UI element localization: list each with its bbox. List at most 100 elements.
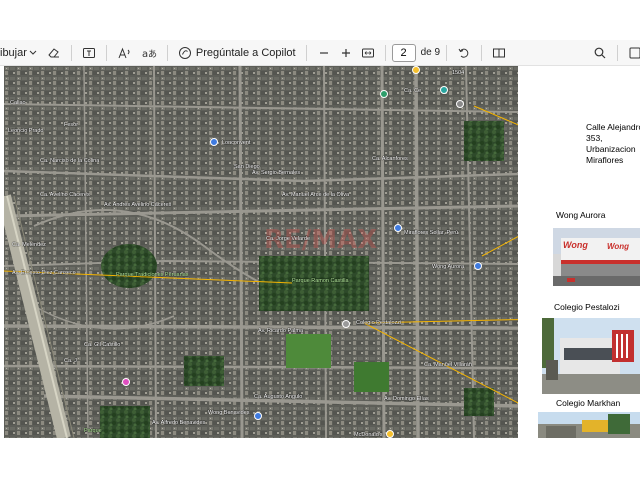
eraser-button[interactable] [43, 42, 65, 64]
map-label: Callao [10, 100, 26, 106]
annotation-line: Miraflores [586, 155, 624, 165]
photo-wong-aurora: Wong Wong [553, 228, 640, 286]
map-label: Av. Sergio Bernales [252, 170, 301, 176]
satellite-map-graphic: RE/MAX [4, 66, 518, 438]
map-pin-teal[interactable] [440, 86, 448, 94]
toolbar-divider [446, 44, 448, 61]
map-label: Av. Ricardo Palma [258, 328, 304, 334]
zoom-in-button[interactable] [335, 42, 357, 64]
map-label: Ca. Meléndez [12, 242, 46, 248]
map-label: Wong Aurora [432, 264, 465, 270]
map-label: Fesor [64, 122, 79, 128]
text-box-button[interactable] [78, 42, 100, 64]
map-label: San Diego [234, 164, 260, 170]
copilot-icon [178, 46, 191, 59]
map-pin-blue[interactable] [210, 138, 218, 146]
toolbar-divider [70, 44, 72, 61]
wong-sign-small: Wong [607, 242, 630, 251]
pdf-toolbar: ibujar aあ Pregúntale a Copilot de 9 [0, 40, 640, 66]
map-pin-blue[interactable] [394, 224, 402, 232]
viewer-bottom-area [0, 438, 640, 480]
map-label: Ca. Alcanfores [372, 156, 408, 162]
wong-sign: Wong [563, 240, 588, 250]
translate-button[interactable]: aあ [137, 42, 161, 64]
window-top-area [0, 0, 640, 40]
map-label: Av. Manuel Arce de la Oliva [282, 192, 350, 198]
read-aloud-button[interactable] [113, 42, 137, 64]
map-label: Parque Ramon Castilla [292, 278, 349, 284]
wong-store-photo [553, 228, 640, 286]
annotation-wong-aurora: Wong Aurora [556, 210, 606, 220]
markhan-photo [538, 412, 640, 438]
map-pin-yellow[interactable] [386, 430, 394, 438]
page-total-label: de 9 [420, 47, 441, 58]
photo-colegio-pestalozzi [542, 318, 640, 394]
fit-page-button[interactable] [357, 42, 379, 64]
annotation-colegio-pestalozzi: Colegio Pestalozi [554, 302, 620, 312]
text-box-icon [82, 47, 95, 58]
translate-icon: aあ [142, 49, 157, 60]
page-number-input[interactable] [391, 43, 416, 62]
annotation-colegio-markhan: Colegio Markhan [556, 398, 621, 408]
fit-page-icon [361, 48, 374, 57]
map-label: Av. Alfredo Benavides [152, 420, 206, 426]
search-icon [594, 47, 606, 58]
map-pin-pink[interactable] [122, 378, 130, 386]
minus-icon [319, 51, 328, 54]
copilot-button[interactable]: Pregúntale a Copilot [174, 42, 300, 64]
plus-icon [341, 48, 350, 57]
document-canvas: RE/MAX Leoncio Prado Ca. Narciso de la C… [0, 66, 640, 438]
rotate-button[interactable] [453, 42, 475, 64]
map-pin-green[interactable] [380, 90, 388, 98]
draw-label: ibujar [0, 46, 27, 59]
toolbar-divider [384, 44, 386, 61]
chevron-down-icon [29, 50, 37, 55]
toolbar-divider [305, 44, 307, 61]
map-label: Ca. Gil Castillo [84, 342, 121, 348]
toolbar-divider [617, 44, 618, 61]
rotate-icon [458, 48, 469, 58]
school-photo [542, 318, 640, 394]
photo-colegio-markhan [538, 412, 640, 438]
eraser-icon [48, 47, 59, 57]
annotation-line: 353, [586, 133, 603, 143]
map-pin-grey[interactable] [342, 320, 350, 328]
page-view-button[interactable] [488, 42, 510, 64]
satellite-map: RE/MAX Leoncio Prado Ca. Narciso de la C… [4, 66, 518, 438]
copilot-label: Pregúntale a Copilot [195, 46, 296, 59]
map-label: Wong Benavides [208, 410, 250, 416]
map-pin-blue[interactable] [254, 412, 262, 420]
toolbar-divider [166, 44, 168, 61]
map-label: Parque [84, 428, 102, 434]
map-label: Ca. Narciso de la Colina [40, 158, 100, 164]
search-button[interactable] [589, 42, 611, 64]
map-label: Colegio Pestalozzi [356, 320, 402, 326]
map-label: Av. Ernesto Diez Canseco [12, 270, 76, 276]
map-label: Ca. J [64, 358, 77, 364]
map-pin-yellow[interactable] [412, 66, 420, 74]
map-label: Ca. Augusto Angulo [254, 394, 303, 400]
map-label: Lonconvent [222, 140, 251, 146]
page-view-icon [493, 48, 506, 57]
svg-text:あ: あ [148, 49, 157, 60]
save-button[interactable] [624, 42, 640, 64]
map-label: Leoncio Prado [8, 128, 44, 134]
map-label: Ca. Avelino Caceres [40, 192, 90, 198]
map-label: Ca. Jorge Velarde [266, 236, 311, 242]
map-label: Av. Andrés Avelino Cáceres [104, 202, 172, 208]
map-label: Miraflores Sollar, Perú [404, 230, 459, 236]
annotation-address: Calle Alejandro 353, Urbanizacion Mirafl… [586, 122, 640, 166]
toolbar-divider [105, 44, 107, 61]
map-label: Ca. Manuel Villarán [424, 362, 472, 368]
map-label: Parque Tradiciones Peruanas [116, 272, 189, 278]
map-pin-grey[interactable] [456, 100, 464, 108]
map-label: Av. Domingo Elías [384, 396, 429, 402]
read-aloud-icon [118, 47, 130, 58]
draw-button[interactable]: ibujar [0, 42, 43, 64]
toolbar-divider [481, 44, 483, 61]
save-icon [629, 47, 640, 58]
map-label: Ca. Ce [404, 88, 422, 94]
map-label: 1504 [452, 70, 465, 76]
zoom-out-button[interactable] [313, 42, 335, 64]
map-pin-blue[interactable] [474, 262, 482, 270]
